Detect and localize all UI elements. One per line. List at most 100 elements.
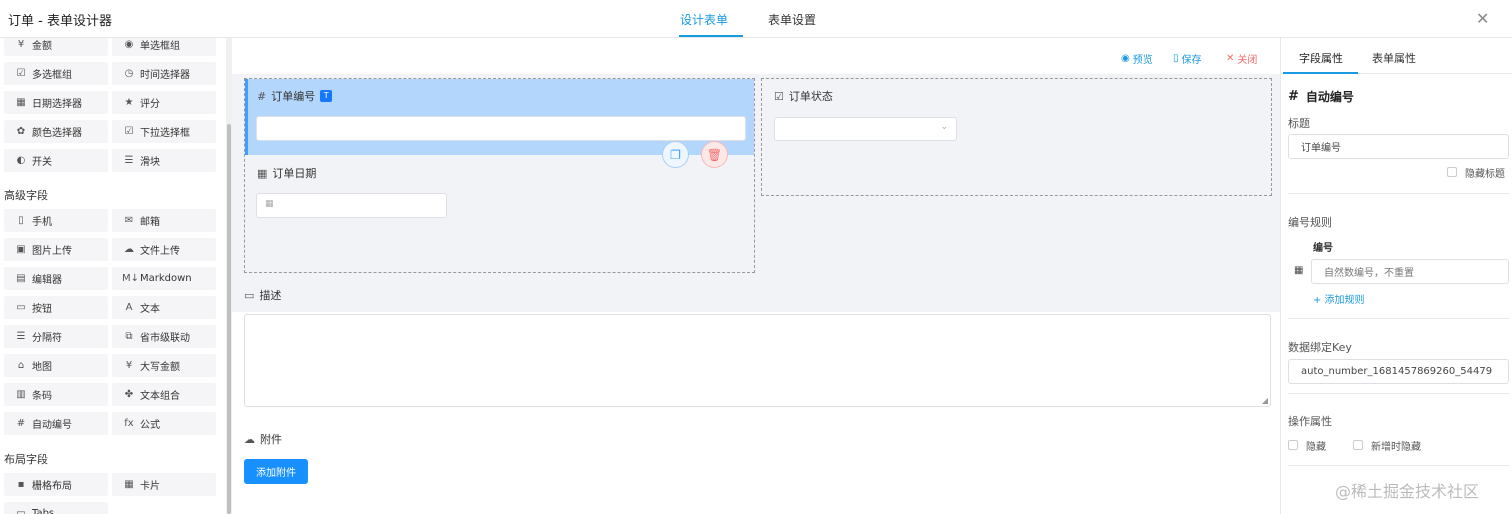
- tab-design-form[interactable]: 设计表单: [680, 11, 728, 28]
- component-clock[interactable]: ◷ 时间选择器: [112, 62, 216, 85]
- title-label: 标题: [1288, 117, 1310, 130]
- ops-label: 操作属性: [1288, 415, 1332, 428]
- component-label: 下拉选择框: [140, 128, 190, 139]
- palette-icon: ✿: [16, 126, 26, 137]
- phone-icon: ▯: [18, 215, 24, 226]
- component-money-upper[interactable]: ¥ 大写金额: [112, 354, 216, 377]
- component-checkbox[interactable]: ☑ 多选框组: [4, 62, 108, 85]
- component-label: 自动编号: [32, 420, 72, 431]
- component-label: 评分: [140, 99, 160, 110]
- order-date-picker[interactable]: ▦: [256, 193, 447, 218]
- checkbox-icon: ☑: [774, 89, 784, 103]
- close-icon[interactable]: ✕: [1476, 9, 1489, 28]
- component-label: 邮箱: [140, 217, 160, 228]
- add-attachment-button[interactable]: 添加附件: [244, 459, 308, 484]
- component-grid[interactable]: ▪ 栅格布局: [4, 473, 108, 496]
- chevron-down-icon: ⌄: [940, 122, 948, 132]
- component-calendar[interactable]: ▦ 日期选择器: [4, 91, 108, 114]
- top-bar: 订单 - 表单设计器 设计表单 表单设置 ✕: [0, 0, 1512, 38]
- tab-field-properties[interactable]: 字段属性: [1299, 50, 1343, 66]
- tab-form-properties[interactable]: 表单属性: [1372, 50, 1416, 66]
- component-star[interactable]: ★ 评分: [112, 91, 216, 114]
- component-markdown[interactable]: M↓ Markdown: [112, 267, 216, 290]
- hide-on-add-checkbox[interactable]: [1353, 440, 1363, 450]
- copy-icon: ❐: [670, 147, 681, 162]
- component-label: 金额: [32, 41, 52, 52]
- component-radio[interactable]: ◉ 单选框组: [112, 38, 216, 56]
- watermark: @稀土掘金技术社区: [1335, 482, 1480, 501]
- grid-icon: ▪: [17, 479, 25, 490]
- clock-icon: ◷: [124, 68, 134, 79]
- calendar-icon: ▦: [16, 97, 26, 108]
- order-no-input[interactable]: [256, 116, 746, 141]
- description-label: ▭ 描述: [244, 287, 281, 303]
- cascade-icon: ⧉: [125, 331, 133, 342]
- calendar-small-icon: ▦: [265, 199, 274, 209]
- component-select[interactable]: ☑ 下拉选择框: [112, 120, 216, 143]
- component-cloud-upload[interactable]: ☁ 文件上传: [112, 238, 216, 261]
- component-palette[interactable]: ✿ 颜色选择器: [4, 120, 108, 143]
- preview-button[interactable]: ◉ 预览: [1121, 51, 1153, 66]
- copy-field-button[interactable]: ❐: [662, 141, 689, 168]
- money-upper-icon: ¥: [125, 360, 133, 371]
- rule-input[interactable]: 自然数编号，不重置: [1311, 259, 1509, 284]
- barcode-icon: ▥: [16, 389, 26, 400]
- component-cascade[interactable]: ⧉ 省市级联动: [112, 325, 216, 348]
- hide-title-checkbox[interactable]: [1447, 167, 1457, 177]
- save-button[interactable]: ▯ 保存: [1173, 51, 1202, 66]
- card-icon: ▦: [124, 479, 134, 490]
- component-combine[interactable]: ✤ 文本组合: [112, 383, 216, 406]
- divider: [1288, 393, 1510, 394]
- hide-title-label: 隐藏标题: [1465, 169, 1505, 180]
- sidebar-scroll-thumb[interactable]: [227, 124, 231, 514]
- component-hash[interactable]: # 自动编号: [4, 412, 108, 435]
- key-input[interactable]: auto_number_1681457869260_54479: [1288, 359, 1509, 384]
- component-sidebar: ¥ 金额 ◉ 单选框组 ☑ 多选框组 ◷ 时间选择器 ▦ 日期选择器 ★ 评分 ✿ 颜色选择器 ☑ 下拉选择框…: [0, 38, 226, 514]
- component-image[interactable]: ▣ 图片上传: [4, 238, 108, 261]
- tab-form-settings[interactable]: 表单设置: [768, 11, 816, 28]
- radio-icon: ◉: [124, 39, 134, 50]
- hide-checkbox[interactable]: [1288, 440, 1298, 450]
- slider-icon: ☰: [124, 155, 134, 166]
- component-divider[interactable]: ☰ 分隔符: [4, 325, 108, 348]
- close-label: 关闭: [1237, 55, 1258, 66]
- component-label: 时间选择器: [140, 70, 190, 81]
- description-textarea[interactable]: ◢: [244, 314, 1271, 407]
- close-icon: ✕: [1226, 53, 1235, 64]
- order-status-label-text: 订单状态: [788, 90, 833, 103]
- delete-field-button[interactable]: 🗑: [701, 141, 728, 168]
- map-icon: ⌂: [17, 360, 25, 371]
- component-tabs[interactable]: ▭ Tabs: [4, 502, 108, 514]
- field-type-heading: # 自动编号: [1288, 88, 1354, 105]
- resize-handle-icon[interactable]: ◢: [1262, 396, 1268, 405]
- cloud-upload-icon: ☁: [124, 244, 134, 255]
- component-formula[interactable]: fx 公式: [112, 412, 216, 435]
- mail-icon: ✉: [124, 215, 134, 226]
- attachment-label: ☁ 附件: [244, 431, 282, 447]
- component-text[interactable]: A 文本: [112, 296, 216, 319]
- hash-icon: #: [16, 418, 26, 429]
- component-editor[interactable]: ▤ 编辑器: [4, 267, 108, 290]
- order-status-label: ☑ 订单状态: [774, 88, 833, 104]
- title-input[interactable]: 订单编号: [1288, 134, 1509, 159]
- drag-handle-icon[interactable]: ▦: [1294, 265, 1303, 276]
- component-switch[interactable]: ◐ 开关: [4, 149, 108, 172]
- advanced-section-title: 高级字段: [4, 189, 48, 202]
- component-label: 大写金额: [140, 362, 180, 373]
- component-slider[interactable]: ☰ 滑块: [112, 149, 216, 172]
- component-button[interactable]: ▭ 按钮: [4, 296, 108, 319]
- component-money[interactable]: ¥ 金额: [4, 38, 108, 56]
- close-button[interactable]: ✕ 关闭: [1226, 51, 1257, 66]
- order-date-label: ▦ 订单日期: [257, 165, 316, 181]
- component-mail[interactable]: ✉ 邮箱: [112, 209, 216, 232]
- component-phone[interactable]: ▯ 手机: [4, 209, 108, 232]
- component-label: Tabs: [32, 508, 55, 514]
- component-card[interactable]: ▦ 卡片: [112, 473, 216, 496]
- text-icon: A: [125, 302, 133, 313]
- component-map[interactable]: ⌂ 地图: [4, 354, 108, 377]
- add-rule-button[interactable]: + 添加规则: [1313, 291, 1365, 306]
- order-status-select[interactable]: ⌄: [774, 117, 957, 141]
- component-barcode[interactable]: ▥ 条码: [4, 383, 108, 406]
- component-label: 栅格布局: [32, 481, 72, 492]
- component-label: 省市级联动: [140, 333, 190, 344]
